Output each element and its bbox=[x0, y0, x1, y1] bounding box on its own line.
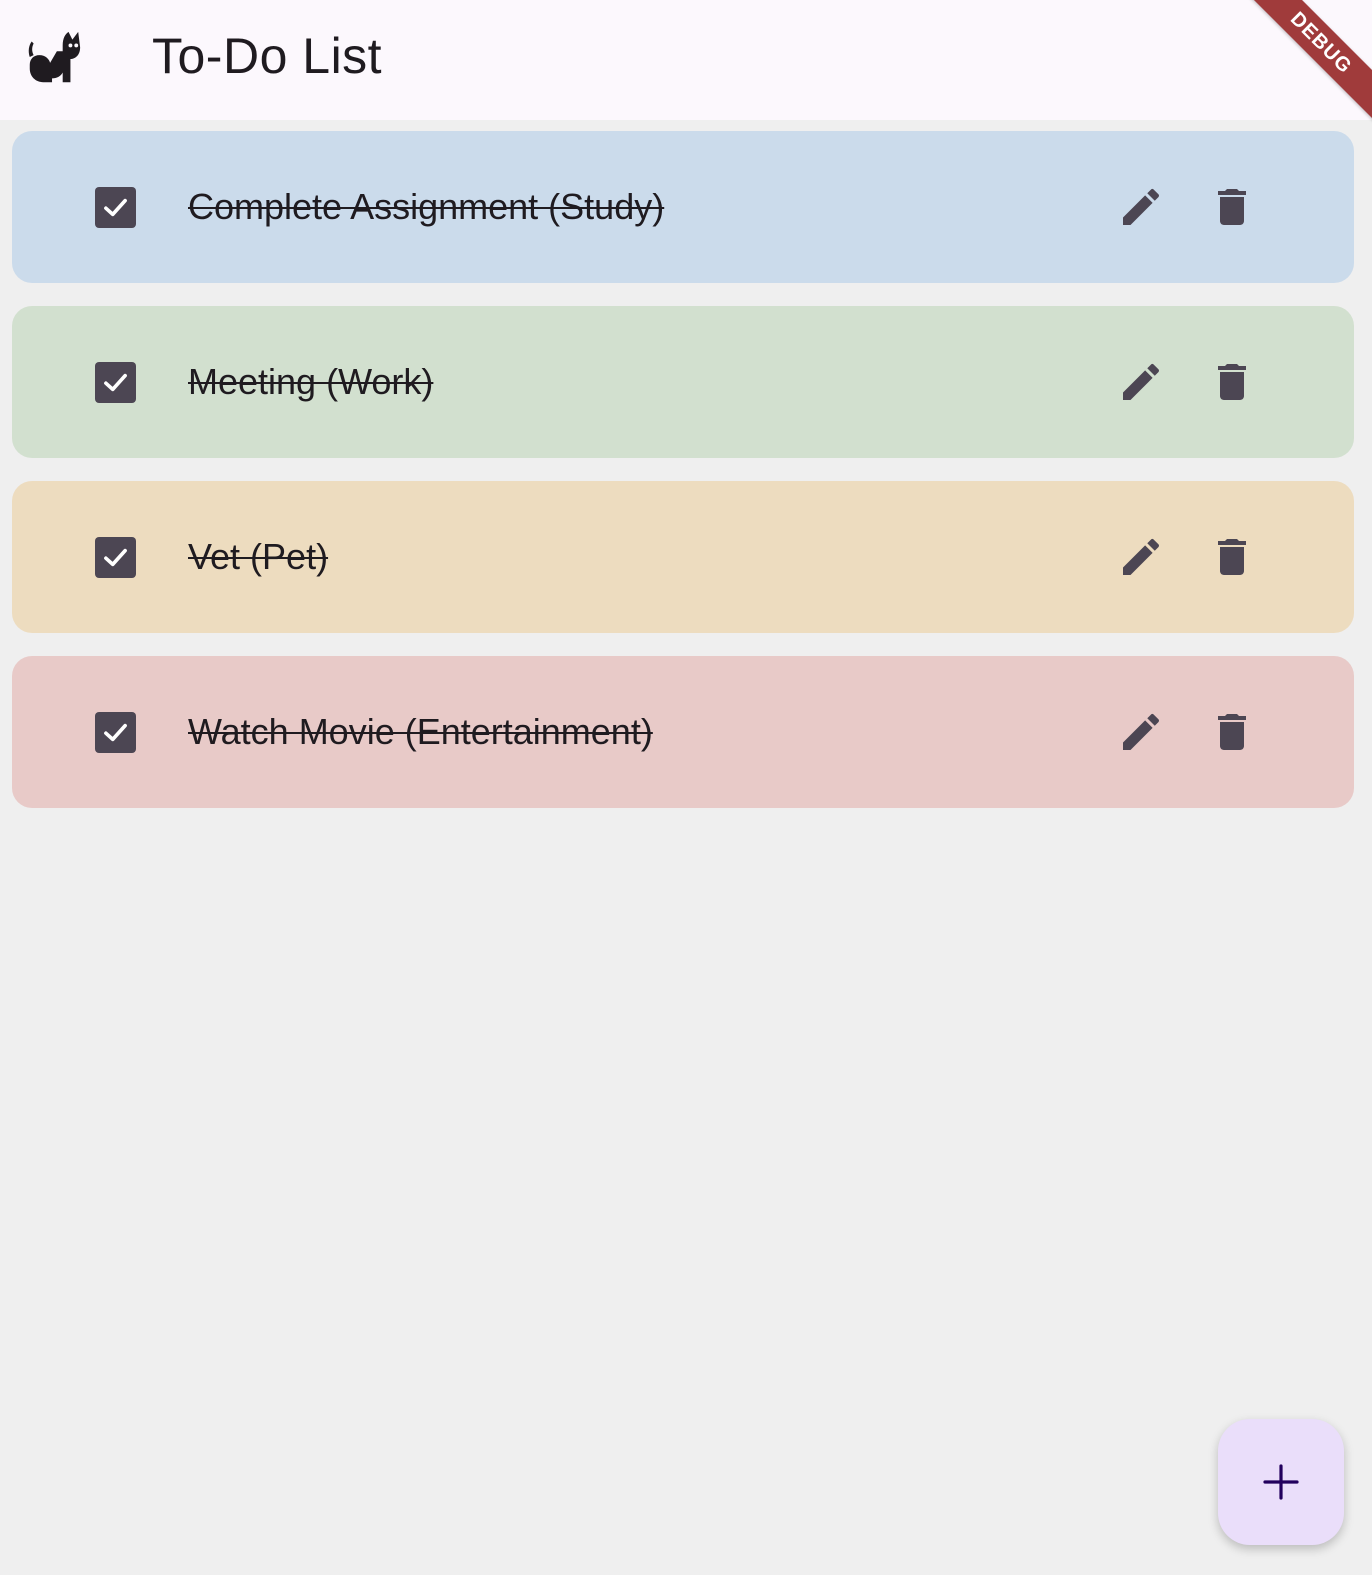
debug-banner: DEBUG bbox=[1242, 0, 1372, 130]
app-bar: To-Do List DEBUG bbox=[0, 0, 1372, 123]
delete-button[interactable] bbox=[1208, 358, 1256, 406]
task-label: Meeting (Work) bbox=[188, 361, 434, 402]
check-icon bbox=[104, 723, 127, 742]
task-checkbox[interactable] bbox=[95, 362, 136, 403]
trash-icon bbox=[1218, 364, 1246, 400]
pencil-icon bbox=[1123, 713, 1160, 750]
task-checkbox[interactable] bbox=[95, 712, 136, 753]
add-task-button[interactable] bbox=[1218, 1419, 1344, 1545]
delete-button[interactable] bbox=[1208, 708, 1256, 756]
task-label: Watch Movie (Entertainment) bbox=[188, 711, 653, 752]
trash-icon bbox=[1218, 714, 1246, 750]
edit-button[interactable] bbox=[1117, 358, 1165, 406]
check-icon bbox=[104, 373, 127, 392]
app-root: To-Do List DEBUG Complete Assignment (St… bbox=[0, 0, 1372, 1575]
page-title: To-Do List bbox=[152, 28, 383, 84]
check-icon bbox=[104, 548, 127, 567]
trash-icon bbox=[1218, 189, 1246, 225]
task-card: Complete Assignment (Study) bbox=[12, 131, 1354, 283]
task-label: Complete Assignment (Study) bbox=[188, 186, 665, 227]
task-checkbox[interactable] bbox=[95, 187, 136, 228]
debug-banner-label: DEBUG bbox=[1242, 0, 1372, 123]
task-card: Meeting (Work) bbox=[12, 306, 1354, 458]
pencil-icon bbox=[1123, 538, 1160, 575]
plus-icon bbox=[1263, 1464, 1299, 1500]
task-checkbox[interactable] bbox=[95, 537, 136, 578]
check-icon bbox=[104, 198, 127, 217]
edit-button[interactable] bbox=[1117, 533, 1165, 581]
task-card: Vet (Pet) bbox=[12, 481, 1354, 633]
cat-icon bbox=[28, 31, 81, 83]
pencil-icon bbox=[1123, 188, 1160, 225]
pencil-icon bbox=[1123, 363, 1160, 400]
trash-icon bbox=[1218, 539, 1246, 575]
task-label: Vet (Pet) bbox=[188, 536, 329, 577]
edit-button[interactable] bbox=[1117, 708, 1165, 756]
delete-button[interactable] bbox=[1208, 533, 1256, 581]
delete-button[interactable] bbox=[1208, 183, 1256, 231]
task-list: Complete Assignment (Study) Meeting (Wor… bbox=[12, 131, 1354, 831]
edit-button[interactable] bbox=[1117, 183, 1165, 231]
task-card: Watch Movie (Entertainment) bbox=[12, 656, 1354, 808]
